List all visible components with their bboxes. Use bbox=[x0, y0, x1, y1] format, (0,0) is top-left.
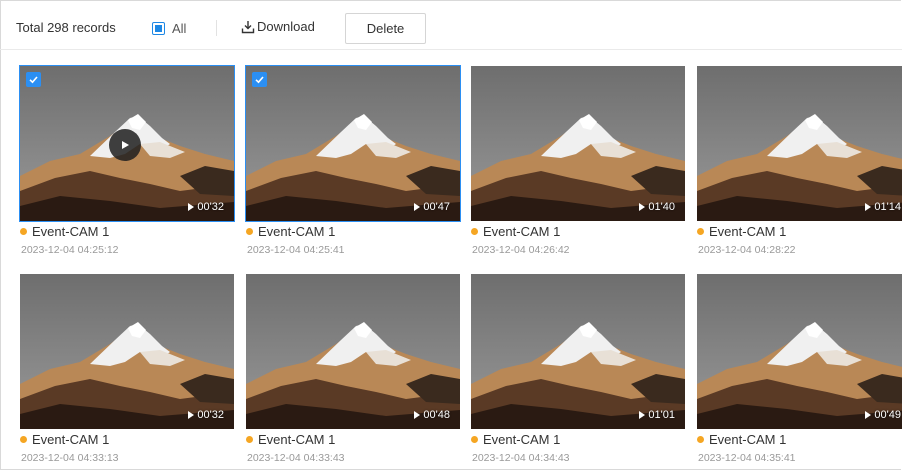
duration-badge: 00'32 bbox=[188, 409, 224, 421]
record-title: Event-CAM 1 bbox=[471, 432, 560, 447]
record-timestamp: 2023-12-04 04:33:13 bbox=[21, 452, 119, 464]
record-title-text: Event-CAM 1 bbox=[258, 224, 336, 239]
record-thumbnail[interactable]: 00'32 bbox=[20, 274, 234, 429]
thumbnail-image bbox=[20, 274, 234, 429]
status-dot bbox=[697, 436, 704, 443]
record-thumbnail[interactable]: 00'49 bbox=[697, 274, 902, 429]
record-title: Event-CAM 1 bbox=[697, 224, 786, 239]
duration-text: 00'32 bbox=[197, 409, 224, 421]
record-timestamp: 2023-12-04 04:28:22 bbox=[698, 244, 796, 256]
thumbnail-image bbox=[697, 66, 902, 221]
record-title-text: Event-CAM 1 bbox=[709, 224, 787, 239]
record-timestamp: 2023-12-04 04:34:43 bbox=[472, 452, 570, 464]
record-title-text: Event-CAM 1 bbox=[32, 224, 110, 239]
record-timestamp: 2023-12-04 04:33:43 bbox=[247, 452, 345, 464]
play-small-icon bbox=[414, 203, 421, 211]
record-thumbnail[interactable]: 00'48 bbox=[246, 274, 460, 429]
record-thumbnail[interactable]: 00'32 bbox=[19, 65, 235, 222]
play-icon[interactable] bbox=[109, 129, 141, 161]
record-timestamp: 2023-12-04 04:26:42 bbox=[472, 244, 570, 256]
record-timestamp: 2023-12-04 04:25:12 bbox=[21, 244, 119, 256]
play-small-icon bbox=[188, 411, 195, 419]
status-dot bbox=[246, 436, 253, 443]
duration-text: 01'40 bbox=[648, 201, 675, 213]
duration-text: 01'14 bbox=[874, 201, 901, 213]
status-dot bbox=[471, 228, 478, 235]
record-title-text: Event-CAM 1 bbox=[709, 432, 787, 447]
record-title: Event-CAM 1 bbox=[246, 432, 335, 447]
record-title-text: Event-CAM 1 bbox=[483, 432, 561, 447]
duration-badge: 01'14 bbox=[865, 201, 901, 213]
record-title-text: Event-CAM 1 bbox=[32, 432, 110, 447]
record-title-text: Event-CAM 1 bbox=[483, 224, 561, 239]
duration-text: 00'32 bbox=[197, 201, 224, 213]
record-title: Event-CAM 1 bbox=[697, 432, 786, 447]
record-thumbnail[interactable]: 01'01 bbox=[471, 274, 685, 429]
duration-badge: 00'48 bbox=[414, 409, 450, 421]
status-dot bbox=[246, 228, 253, 235]
record-thumbnail[interactable]: 01'40 bbox=[471, 66, 685, 221]
record-title: Event-CAM 1 bbox=[20, 432, 109, 447]
status-dot bbox=[20, 436, 27, 443]
play-small-icon bbox=[639, 411, 646, 419]
status-dot bbox=[20, 228, 27, 235]
record-thumbnail[interactable]: 01'14 bbox=[697, 66, 902, 221]
record-title: Event-CAM 1 bbox=[246, 224, 335, 239]
thumbnail-image bbox=[246, 274, 460, 429]
record-thumbnail[interactable]: 00'47 bbox=[245, 65, 461, 222]
checkmark-icon[interactable] bbox=[26, 72, 41, 87]
duration-text: 01'01 bbox=[648, 409, 675, 421]
record-title-text: Event-CAM 1 bbox=[258, 432, 336, 447]
duration-text: 00'48 bbox=[423, 409, 450, 421]
duration-badge: 01'40 bbox=[639, 201, 675, 213]
duration-text: 00'47 bbox=[423, 201, 450, 213]
play-small-icon bbox=[865, 203, 872, 211]
duration-badge: 00'32 bbox=[188, 201, 224, 213]
record-timestamp: 2023-12-04 04:25:41 bbox=[247, 244, 345, 256]
record-grid: 00'32 Event-CAM 1 2023-12-04 04:25:12 00… bbox=[0, 0, 902, 471]
duration-badge: 01'01 bbox=[639, 409, 675, 421]
record-title: Event-CAM 1 bbox=[471, 224, 560, 239]
checkmark-icon[interactable] bbox=[252, 72, 267, 87]
record-timestamp: 2023-12-04 04:35:41 bbox=[698, 452, 796, 464]
duration-badge: 00'47 bbox=[414, 201, 450, 213]
thumbnail-image bbox=[471, 274, 685, 429]
record-title: Event-CAM 1 bbox=[20, 224, 109, 239]
thumbnail-image bbox=[697, 274, 902, 429]
play-small-icon bbox=[865, 411, 872, 419]
status-dot bbox=[697, 228, 704, 235]
play-small-icon bbox=[414, 411, 421, 419]
thumbnail-image bbox=[471, 66, 685, 221]
status-dot bbox=[471, 436, 478, 443]
thumbnail-image bbox=[246, 66, 460, 221]
play-small-icon bbox=[188, 203, 195, 211]
play-small-icon bbox=[639, 203, 646, 211]
duration-badge: 00'49 bbox=[865, 409, 901, 421]
duration-text: 00'49 bbox=[874, 409, 901, 421]
